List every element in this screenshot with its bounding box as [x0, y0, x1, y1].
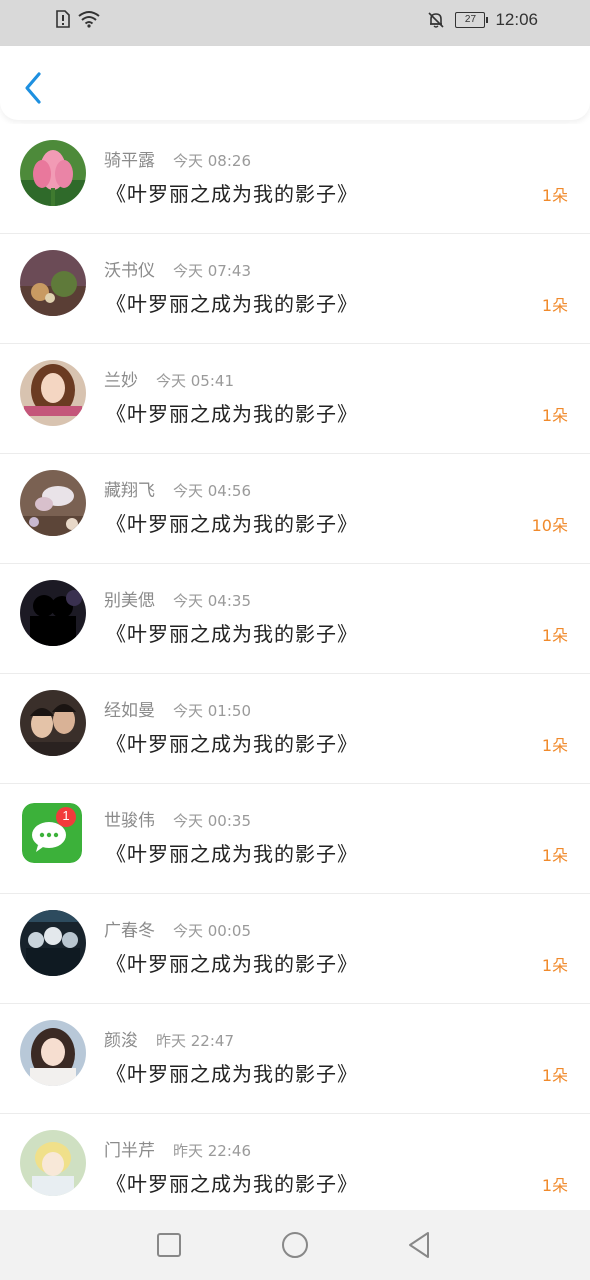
recent-apps-icon[interactable] — [154, 1230, 184, 1260]
timestamp: 今天 08:26 — [173, 152, 251, 170]
book-title: 《叶罗丽之成为我的影子》 — [106, 732, 358, 756]
avatar[interactable] — [20, 360, 86, 426]
name-line: 别美偲 今天 04:35 — [104, 586, 251, 611]
flower-count: 1朵 — [541, 1176, 568, 1195]
bell-off-icon — [428, 12, 445, 28]
still-life-avatar-icon — [20, 250, 86, 316]
avatar[interactable]: 1 — [22, 803, 82, 863]
name-line: 广春冬 今天 00:05 — [104, 916, 251, 941]
timestamp: 昨天 22:46 — [173, 1142, 251, 1160]
name-line: 经如曼 今天 01:50 — [104, 696, 251, 721]
chevron-left-icon — [25, 72, 41, 104]
girl-portrait-avatar-icon — [20, 360, 86, 426]
notification-badge: 1 — [62, 808, 70, 823]
timestamp: 昨天 22:47 — [156, 1032, 234, 1050]
name-line: 世骏伟 今天 00:35 — [104, 806, 251, 831]
flower-count: 1朵 — [541, 296, 568, 315]
back-triangle-icon[interactable] — [404, 1230, 434, 1260]
status-left — [56, 10, 100, 28]
gift-list: 骑平露 今天 08:26 《叶罗丽之成为我的影子》 1朵 沃书仪 今天 07:43 … — [0, 124, 590, 1210]
name-line: 门半芹 昨天 22:46 — [104, 1136, 251, 1161]
status-time: 12:06 — [495, 10, 538, 29]
flower-count: 1朵 — [541, 186, 568, 205]
flowers-avatar-icon — [20, 470, 86, 536]
list-item[interactable]: 兰妙 今天 05:41 《叶罗丽之成为我的影子》 1朵 — [0, 344, 590, 454]
avatar[interactable] — [20, 1130, 86, 1196]
user-name: 兰妙 — [104, 371, 138, 391]
list-item[interactable]: 1 世骏伟 今天 00:35 《叶罗丽之成为我的影子》 1朵 — [0, 784, 590, 894]
book-title: 《叶罗丽之成为我的影子》 — [106, 292, 358, 316]
status-bar: 27 12:06 — [0, 0, 590, 46]
anime-girl-avatar-icon — [20, 1020, 86, 1086]
list-item[interactable]: 门半芹 昨天 22:46 《叶罗丽之成为我的影子》 1朵 — [0, 1114, 590, 1210]
user-name: 藏翔飞 — [104, 481, 155, 501]
name-line: 藏翔飞 今天 04:56 — [104, 476, 251, 501]
list-item[interactable]: 沃书仪 今天 07:43 《叶罗丽之成为我的影子》 1朵 — [0, 234, 590, 344]
book-title: 《叶罗丽之成为我的影子》 — [106, 1062, 358, 1086]
user-name: 世骏伟 — [104, 811, 155, 831]
avatar[interactable] — [20, 250, 86, 316]
timestamp: 今天 04:35 — [173, 592, 251, 610]
avatar[interactable] — [20, 580, 86, 646]
timestamp: 今天 05:41 — [156, 372, 234, 390]
user-name: 骑平露 — [104, 151, 155, 171]
flower-count: 1朵 — [541, 1066, 568, 1085]
silhouette-avatar-icon — [20, 580, 86, 646]
list-item[interactable]: 颜浚 昨天 22:47 《叶罗丽之成为我的影子》 1朵 — [0, 1004, 590, 1114]
user-name: 别美偲 — [104, 591, 155, 611]
book-title: 《叶罗丽之成为我的影子》 — [106, 512, 358, 536]
status-right: 27 12:06 — [427, 10, 538, 30]
user-name: 沃书仪 — [104, 261, 155, 281]
flower-count: 1朵 — [541, 406, 568, 425]
timestamp: 今天 04:56 — [173, 482, 251, 500]
list-item[interactable]: 经如曼 今天 01:50 《叶罗丽之成为我的影子》 1朵 — [0, 674, 590, 784]
book-title: 《叶罗丽之成为我的影子》 — [106, 952, 358, 976]
flower-count: 1朵 — [541, 846, 568, 865]
user-name: 广春冬 — [104, 921, 155, 941]
back-button[interactable] — [20, 70, 46, 106]
book-title: 《叶罗丽之成为我的影子》 — [106, 622, 358, 646]
book-title: 《叶罗丽之成为我的影子》 — [106, 182, 358, 206]
navigation-bar — [0, 1210, 590, 1280]
flower-count: 1朵 — [541, 736, 568, 755]
book-title: 《叶罗丽之成为我的影子》 — [106, 402, 358, 426]
anime-boy-avatar-icon — [20, 1130, 86, 1196]
avatar[interactable] — [20, 140, 86, 206]
name-line: 兰妙 今天 05:41 — [104, 366, 234, 391]
list-item[interactable]: 别美偲 今天 04:35 《叶罗丽之成为我的影子》 1朵 — [0, 564, 590, 674]
avatar[interactable] — [20, 1020, 86, 1086]
book-title: 《叶罗丽之成为我的影子》 — [106, 842, 358, 866]
timestamp: 今天 00:05 — [173, 922, 251, 940]
list-item[interactable]: 广春冬 今天 00:05 《叶罗丽之成为我的影子》 1朵 — [0, 894, 590, 1004]
avatar[interactable] — [20, 910, 86, 976]
battery-icon: 27 — [455, 12, 489, 28]
header — [0, 46, 590, 120]
name-line: 沃书仪 今天 07:43 — [104, 256, 251, 281]
book-title: 《叶罗丽之成为我的影子》 — [106, 1172, 358, 1196]
list-item[interactable]: 骑平露 今天 08:26 《叶罗丽之成为我的影子》 1朵 — [0, 124, 590, 234]
wifi-icon — [78, 11, 100, 28]
lotus-avatar-icon — [20, 140, 86, 206]
list-item[interactable]: 藏翔飞 今天 04:56 《叶罗丽之成为我的影子》 10朵 — [0, 454, 590, 564]
user-name: 门半芹 — [104, 1141, 155, 1161]
flower-count: 10朵 — [531, 516, 568, 535]
couple-avatar-icon — [20, 690, 86, 756]
name-line: 颜浚 昨天 22:47 — [104, 1026, 234, 1051]
timestamp: 今天 01:50 — [173, 702, 251, 720]
flower-count: 1朵 — [541, 956, 568, 975]
user-name: 经如曼 — [104, 701, 155, 721]
timestamp: 今天 00:35 — [173, 812, 251, 830]
user-name: 颜浚 — [104, 1031, 138, 1051]
name-line: 骑平露 今天 08:26 — [104, 146, 251, 171]
home-icon[interactable] — [280, 1230, 310, 1260]
timestamp: 今天 07:43 — [173, 262, 251, 280]
sim-alert-icon — [56, 10, 70, 28]
wechat-avatar-icon — [22, 803, 82, 863]
flower-count: 1朵 — [541, 626, 568, 645]
avatar[interactable] — [20, 470, 86, 536]
avatar[interactable] — [20, 690, 86, 756]
crowd-avatar-icon — [20, 910, 86, 976]
